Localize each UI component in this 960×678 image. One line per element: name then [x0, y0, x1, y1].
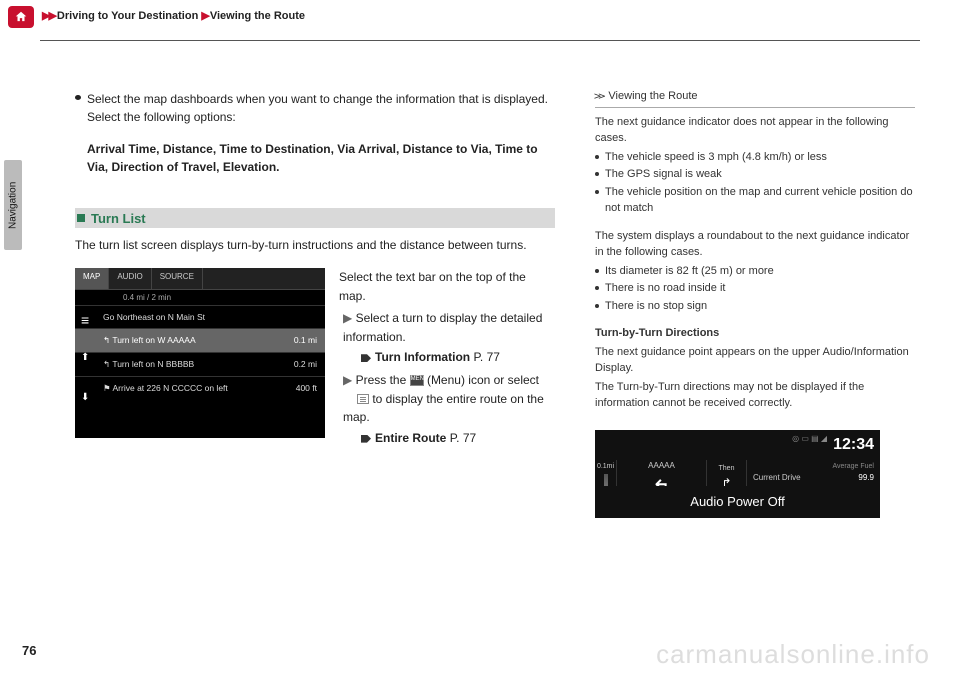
- status-icons: ◎ ▭ ▤ ◢: [792, 433, 827, 457]
- list-item: The vehicle speed is 3 mph (4.8 km/h) or…: [595, 149, 915, 166]
- link-arrow-icon: [361, 354, 371, 362]
- triangle-icon: ▶: [343, 309, 352, 328]
- sidebar-heading: ≫ Viewing the Route: [595, 88, 915, 108]
- subheading: Turn-by-Turn Directions: [595, 327, 719, 339]
- ss-distance: 0.4 mi / 2 min: [75, 290, 325, 305]
- section-description: The turn list screen displays turn-by-tu…: [75, 236, 555, 254]
- bullet-icon: [75, 95, 81, 100]
- note-text: The next guidance indicator does not app…: [595, 114, 915, 147]
- list-item: Its diameter is 82 ft (25 m) or more: [595, 263, 915, 280]
- ss-tab-source: SOURCE: [152, 268, 203, 289]
- link-text: Turn Information: [375, 350, 470, 364]
- instruction-text: Select a turn to display the detailed in…: [343, 311, 542, 344]
- hamburger-icon: ≡: [81, 312, 89, 328]
- breadcrumb-b: Viewing the Route: [210, 10, 305, 22]
- scroll-arrows: ⬆⬇: [81, 348, 89, 408]
- section-title: Turn List: [91, 211, 146, 226]
- menu-icon: MENU: [410, 375, 424, 386]
- link-arrow-icon: [361, 435, 371, 443]
- ss-tab-map: MAP: [75, 268, 109, 289]
- page-ref: P. 77: [450, 431, 476, 445]
- turn-row: ↰ Turn left on N BBBBB0.2 mi: [75, 352, 325, 376]
- destination-name: AAAAA: [648, 460, 675, 472]
- turn-row: Go Northeast on N Main St: [75, 305, 325, 328]
- divider: [40, 40, 920, 41]
- current-drive-value: 99.9: [858, 472, 874, 484]
- current-drive-label: Current Drive: [753, 472, 801, 484]
- instruction-text: Select the text bar on the top of the ma…: [339, 268, 555, 305]
- section-tab-navigation: Navigation: [4, 160, 22, 250]
- sidebar-title: Viewing the Route: [608, 88, 697, 105]
- list-item: There is no road inside it: [595, 280, 915, 297]
- list-item: The GPS signal is weak: [595, 166, 915, 183]
- hamburger-icon: [357, 394, 369, 404]
- page-ref: P. 77: [473, 350, 499, 364]
- square-icon: [77, 214, 85, 222]
- chevron-icon: ▶▶: [42, 10, 55, 22]
- watermark: carmanualsonline.info: [656, 639, 930, 670]
- chevron-icon: ▶: [201, 10, 207, 22]
- note-text: The Turn-by-Turn directions may not be d…: [595, 379, 915, 412]
- distance-label: 0.1mi: [597, 462, 614, 473]
- avg-fuel-label: Average Fuel: [753, 462, 874, 473]
- display-screenshot: ◎ ▭ ▤ ◢ 12:34 0.1mi AAAAA ↰ Then ↱ Avera…: [595, 430, 880, 510]
- triangle-icon: ≫: [594, 90, 606, 104]
- note-text: The next guidance point appears on the u…: [595, 344, 915, 377]
- page-number: 76: [22, 643, 36, 658]
- instruction-text: Press the: [356, 373, 410, 387]
- section-heading: Turn List: [75, 208, 555, 228]
- then-label: Then: [719, 465, 735, 472]
- ss-tab-audio: AUDIO: [109, 268, 151, 289]
- triangle-icon: ▶: [343, 371, 352, 390]
- link-text: Entire Route: [375, 431, 446, 445]
- turn-list-screenshot: MAP AUDIO SOURCE 0.4 mi / 2 min ≡ ⬆⬇ Go …: [75, 268, 325, 438]
- clock: 12:34: [833, 433, 874, 457]
- bullet-text: Select the map dashboards when you want …: [87, 90, 555, 126]
- home-button[interactable]: [8, 6, 34, 28]
- list-item: There is no stop sign: [595, 298, 915, 315]
- instruction-text: (Menu) icon or select: [424, 373, 539, 387]
- options-list: Arrival Time, Distance, Time to Destinat…: [87, 140, 555, 176]
- turn-row: ⚑ Arrive at 226 N CCCCC on left400 ft: [75, 376, 325, 400]
- breadcrumb: ▶▶Driving to Your Destination ▶Viewing t…: [42, 9, 305, 22]
- home-icon: [14, 10, 28, 24]
- list-item: The vehicle position on the map and curr…: [595, 184, 915, 217]
- turn-row: ↰ Turn left on W AAAAA0.1 mi: [75, 328, 325, 352]
- note-text: The system displays a roundabout to the …: [595, 228, 915, 261]
- audio-status: Audio Power Off: [595, 486, 880, 518]
- breadcrumb-a: Driving to Your Destination: [57, 10, 198, 22]
- instruction-text: to display the entire route on the map.: [343, 392, 544, 425]
